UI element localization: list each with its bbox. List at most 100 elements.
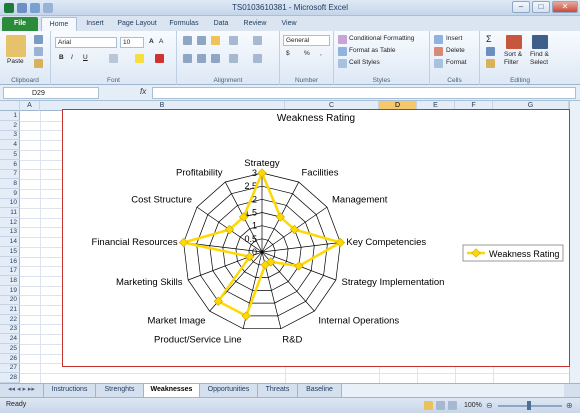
sheet-tab-baseline[interactable]: Baseline <box>298 384 342 397</box>
paste-icon[interactable] <box>6 35 26 57</box>
sheet-tab-weaknesses[interactable]: Weaknesses <box>144 384 200 397</box>
clear-icon[interactable] <box>486 59 495 68</box>
number-format-select[interactable]: General <box>283 35 330 46</box>
row-header-20[interactable]: 20 <box>0 295 20 306</box>
row-header-27[interactable]: 27 <box>0 363 20 374</box>
conditional-formatting-button[interactable]: Conditional Formatting <box>349 35 414 42</box>
tab-view[interactable]: View <box>275 17 303 31</box>
close-button[interactable]: ✕ <box>552 1 578 13</box>
orientation-icon[interactable] <box>229 36 238 45</box>
sheet-nav-buttons[interactable]: ◂◂ ◂ ▸ ▸▸ <box>0 384 44 397</box>
sort-filter-button[interactable]: Sort & <box>504 51 522 58</box>
column-header-a[interactable]: A <box>20 101 40 111</box>
cut-icon[interactable] <box>34 35 43 44</box>
fill-icon[interactable] <box>486 47 495 56</box>
row-header-15[interactable]: 15 <box>0 247 20 257</box>
copy-icon[interactable] <box>34 47 43 56</box>
row-header-6[interactable]: 6 <box>0 160 20 170</box>
format-cells-button[interactable]: Format <box>446 59 467 66</box>
row-header-22[interactable]: 22 <box>0 315 20 325</box>
sheet-tab-threats[interactable]: Threats <box>258 384 298 397</box>
align-right-icon[interactable] <box>211 54 220 63</box>
tab-insert[interactable]: Insert <box>80 17 110 31</box>
row-header-8[interactable]: 8 <box>0 179 20 189</box>
row-header-18[interactable]: 18 <box>0 276 20 286</box>
row-header-28[interactable]: 28 <box>0 373 20 383</box>
row-header-3[interactable]: 3 <box>0 130 20 141</box>
insert-function-icon[interactable]: fx <box>140 87 146 96</box>
page-layout-view-icon[interactable] <box>436 401 445 410</box>
delete-cells-button[interactable]: Delete <box>446 47 465 54</box>
currency-button[interactable]: $ <box>286 50 290 57</box>
row-header-16[interactable]: 16 <box>0 257 20 267</box>
align-center-icon[interactable] <box>197 54 206 63</box>
radar-chart[interactable]: Weakness Rating 0 0.5 1 1.5 2 2.5 3 Strategy Faci… <box>62 109 570 367</box>
font-color-icon[interactable] <box>155 54 164 63</box>
formula-input[interactable] <box>152 87 576 99</box>
tab-review[interactable]: Review <box>238 17 272 31</box>
sheet-tab-strenghts[interactable]: Strenghts <box>96 384 144 397</box>
tab-page-layout[interactable]: Page Layout <box>113 17 161 31</box>
zoom-slider-thumb[interactable] <box>527 401 531 410</box>
tab-home[interactable]: Home <box>41 17 77 31</box>
autosum-button[interactable]: Σ <box>486 34 492 44</box>
bold-button[interactable]: B <box>59 54 64 61</box>
row-header-23[interactable]: 23 <box>0 324 20 335</box>
percent-button[interactable]: % <box>304 50 310 57</box>
italic-button[interactable]: I <box>71 54 73 61</box>
align-bottom-icon[interactable] <box>211 36 220 45</box>
row-header-13[interactable]: 13 <box>0 227 20 238</box>
zoom-in-button[interactable]: ⊕ <box>566 401 573 410</box>
find-select-button[interactable]: Find & <box>530 51 549 58</box>
font-size-select[interactable]: 10 <box>120 37 144 48</box>
row-header-25[interactable]: 25 <box>0 344 20 354</box>
row-header-9[interactable]: 9 <box>0 189 20 199</box>
sort-filter-button-line2[interactable]: Filter <box>504 59 518 66</box>
row-header-1[interactable]: 1 <box>0 111 20 121</box>
name-box[interactable]: D29 <box>3 87 99 99</box>
merge-center-icon[interactable] <box>253 54 262 63</box>
align-top-icon[interactable] <box>183 36 192 45</box>
row-header-14[interactable]: 14 <box>0 237 20 248</box>
page-break-view-icon[interactable] <box>448 401 457 410</box>
row-header-5[interactable]: 5 <box>0 150 20 160</box>
row-header-21[interactable]: 21 <box>0 305 20 315</box>
comma-button[interactable]: , <box>320 50 322 57</box>
row-header-26[interactable]: 26 <box>0 354 20 364</box>
horizontal-scrollbar[interactable] <box>342 384 564 397</box>
find-select-icon[interactable] <box>532 35 548 49</box>
zoom-out-button[interactable]: ⊖ <box>486 401 493 410</box>
insert-cells-button[interactable]: Insert <box>446 35 462 42</box>
wrap-text-icon[interactable] <box>253 36 262 45</box>
tab-data[interactable]: Data <box>207 17 235 31</box>
row-header-19[interactable]: 19 <box>0 286 20 296</box>
zoom-level[interactable]: 100% <box>464 402 482 409</box>
worksheet[interactable]: ABCDEFG 1 2 3 4 5 6 7 8 9 10 11 12 13 14 15 16 17 18 19 20 2… <box>0 101 580 383</box>
font-name-select[interactable]: Arial <box>55 37 117 48</box>
tab-formulas[interactable]: Formulas <box>164 17 204 31</box>
row-header-7[interactable]: 7 <box>0 169 20 180</box>
fill-color-icon[interactable] <box>135 54 144 63</box>
shrink-font-button[interactable]: A <box>159 38 163 45</box>
align-middle-icon[interactable] <box>197 36 206 45</box>
tab-file[interactable]: File <box>2 17 38 31</box>
maximize-button[interactable]: □ <box>532 1 550 13</box>
select-all-corner[interactable] <box>0 101 20 111</box>
row-header-12[interactable]: 12 <box>0 218 20 228</box>
paste-button[interactable]: Paste <box>7 58 24 65</box>
minimize-button[interactable]: – <box>512 1 530 13</box>
sheet-tab-instructions[interactable]: Instructions <box>44 384 96 397</box>
format-as-table-button[interactable]: Format as Table <box>349 47 395 54</box>
normal-view-icon[interactable] <box>424 401 433 410</box>
sort-filter-icon[interactable] <box>506 35 522 49</box>
cell-styles-button[interactable]: Cell Styles <box>349 59 380 66</box>
format-painter-icon[interactable] <box>34 59 43 68</box>
sheet-tab-opportunities[interactable]: Opportunities <box>200 384 258 397</box>
row-header-2[interactable]: 2 <box>0 121 20 131</box>
row-header-17[interactable]: 17 <box>0 266 20 277</box>
row-header-11[interactable]: 11 <box>0 208 20 218</box>
underline-button[interactable]: U <box>83 54 88 61</box>
borders-icon[interactable] <box>109 54 118 63</box>
grow-font-button[interactable]: A <box>149 38 154 45</box>
row-header-10[interactable]: 10 <box>0 198 20 209</box>
